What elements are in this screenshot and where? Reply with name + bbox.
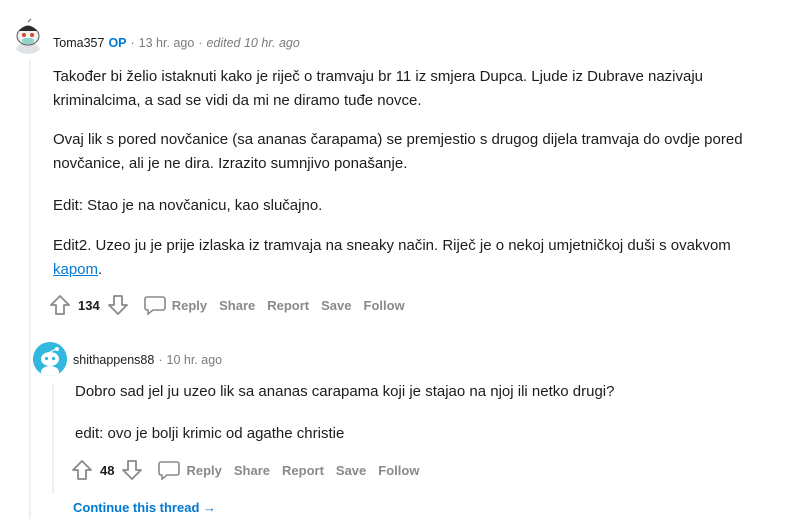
- downvote-icon[interactable]: [106, 293, 130, 317]
- snoo-avatar-icon: [10, 18, 46, 54]
- avatar[interactable]: [33, 342, 67, 376]
- comment-paragraph: Edit2. Uzeo ju je prije izlaska iz tramv…: [53, 234, 783, 282]
- thread-line[interactable]: [29, 60, 31, 519]
- vote-score: 134: [78, 297, 100, 313]
- comment-actions: 134 Reply Share Report Save Follow: [48, 291, 411, 319]
- paragraph-text: .: [98, 261, 103, 278]
- continue-thread-link[interactable]: Continue this thread →: [73, 500, 216, 515]
- comment-paragraph: Edit: Stao je na novčanicu, kao slučajno…: [53, 197, 323, 214]
- reply-meta: shithappens88 · 10 hr. ago: [73, 353, 222, 367]
- reply-button[interactable]: Reply: [138, 291, 213, 319]
- arrow-right-icon: →: [203, 500, 217, 515]
- paragraph-text: Edit2. Uzeo ju je prije izlaska iz tramv…: [53, 237, 731, 254]
- separator-dot: ·: [158, 353, 163, 367]
- comment-paragraph: Također bi želio istaknuti kako je riječ…: [53, 68, 704, 109]
- reply-paragraph: Dobro sad jel ju uzeo lik sa ananas cara…: [75, 383, 615, 400]
- op-badge: OP: [108, 36, 127, 50]
- downvote-icon[interactable]: [120, 458, 144, 482]
- share-button[interactable]: Share: [228, 459, 276, 482]
- snoo-avatar-icon: [33, 342, 67, 376]
- comment-bubble-icon: [158, 460, 181, 480]
- avatar[interactable]: [10, 18, 46, 54]
- follow-button[interactable]: Follow: [372, 459, 425, 482]
- comment-bubble-icon: [143, 295, 166, 315]
- share-button[interactable]: Share: [213, 294, 261, 317]
- reply-label: Reply: [186, 462, 222, 478]
- reply-paragraph: edit: ovo je bolji krimic od agathe chri…: [75, 425, 345, 442]
- save-button[interactable]: Save: [315, 294, 357, 317]
- timestamp[interactable]: 13 hr. ago: [139, 36, 195, 50]
- save-button[interactable]: Save: [330, 459, 372, 482]
- reply-actions: 48 Reply Share Report Save Follow: [70, 456, 425, 484]
- reply-button[interactable]: Reply: [152, 456, 227, 484]
- reply-thread-line[interactable]: [52, 384, 54, 494]
- report-button[interactable]: Report: [276, 459, 330, 482]
- edited-timestamp: edited 10 hr. ago: [206, 36, 300, 50]
- report-button[interactable]: Report: [261, 294, 315, 317]
- separator-dot: ·: [198, 36, 203, 50]
- continue-thread-label: Continue this thread: [73, 500, 200, 515]
- author-name[interactable]: Toma357: [53, 36, 104, 50]
- vote-score: 48: [100, 462, 115, 478]
- timestamp[interactable]: 10 hr. ago: [167, 353, 223, 367]
- comment-paragraph: Ovaj lik s pored novčanice (sa ananas ča…: [53, 131, 743, 172]
- separator-dot: ·: [130, 36, 135, 50]
- reply-label: Reply: [171, 297, 208, 313]
- upvote-icon[interactable]: [48, 293, 72, 317]
- author-name[interactable]: shithappens88: [73, 353, 154, 367]
- kapom-link[interactable]: kapom: [53, 261, 98, 278]
- upvote-icon[interactable]: [70, 458, 94, 482]
- comment-meta: Toma357 OP · 13 hr. ago · edited 10 hr. …: [53, 36, 300, 50]
- follow-button[interactable]: Follow: [358, 294, 411, 317]
